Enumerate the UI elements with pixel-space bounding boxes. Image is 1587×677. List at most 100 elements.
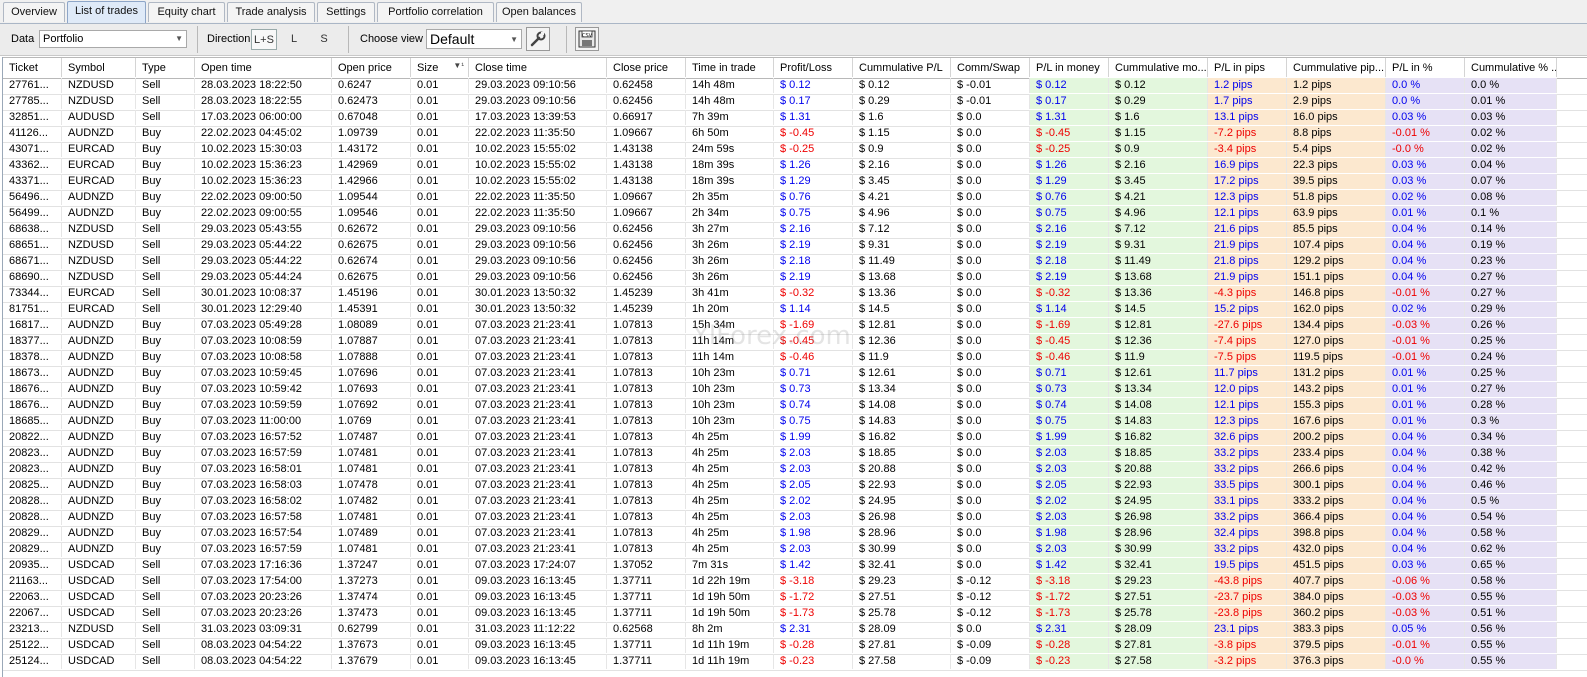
column-header[interactable]: Open time — [195, 58, 332, 77]
table-cell: $ 11.9 — [853, 350, 951, 365]
table-cell: 0.6247 — [332, 78, 411, 93]
table-cell: $ 16.82 — [1109, 430, 1208, 445]
table-cell: 333.2 pips — [1287, 494, 1386, 509]
table-cell: 56496... — [3, 190, 62, 205]
table-row[interactable]: 56499... AUDNZD Buy 22.02.2023 09:00:55 1.09… — [3, 206, 1587, 223]
tab-equity-chart[interactable]: Equity chart — [148, 2, 225, 22]
table-cell: 63.9 pips — [1287, 206, 1386, 221]
column-header[interactable]: Close time — [469, 58, 607, 77]
table-cell: $ 22.93 — [1109, 478, 1208, 493]
table-cell: $ 0.0 — [951, 350, 1030, 365]
table-cell: AUDNZD — [62, 494, 136, 509]
table-row[interactable]: 20825... AUDNZD Buy 07.03.2023 16:58:03 1.07… — [3, 478, 1587, 495]
table-cell: $ 0.0 — [951, 382, 1030, 397]
column-header[interactable]: Close price — [607, 58, 686, 77]
table-row[interactable]: 41126... AUDNZD Buy 22.02.2023 04:45:02 1.09… — [3, 126, 1587, 143]
column-header[interactable]: Symbol — [62, 58, 136, 77]
tab-trade-analysis[interactable]: Trade analysis — [227, 2, 315, 22]
table-cell: 0.23 % — [1465, 254, 1557, 269]
table-row[interactable]: 68651... NZDUSD Sell 29.03.2023 05:44:22 0.6… — [3, 238, 1587, 255]
column-header[interactable]: P/L in % — [1386, 58, 1465, 77]
table-row[interactable]: 16817... AUDNZD Buy 07.03.2023 05:49:28 1.08… — [3, 318, 1587, 335]
table-row[interactable]: 18673... AUDNZD Buy 07.03.2023 10:59:45 1.07… — [3, 366, 1587, 383]
column-header[interactable]: Comm/Swap — [951, 58, 1030, 77]
table-row[interactable]: 18676... AUDNZD Buy 07.03.2023 10:59:42 1.07… — [3, 382, 1587, 399]
column-header[interactable]: Cummulative P/L — [853, 58, 951, 77]
table-cell: $ 11.9 — [1109, 350, 1208, 365]
table-row[interactable]: 56496... AUDNZD Buy 22.02.2023 09:00:50 1.09… — [3, 190, 1587, 207]
table-row[interactable]: 20829... AUDNZD Buy 07.03.2023 16:57:54 1.07… — [3, 526, 1587, 543]
table-row[interactable]: 43371... EURCAD Buy 10.02.2023 15:36:23 1.42… — [3, 174, 1587, 191]
direction-both-button[interactable]: L+S — [251, 29, 277, 50]
tab-overview[interactable]: Overview — [3, 2, 65, 22]
table-row[interactable]: 25122... USDCAD Sell 08.03.2023 04:54:22 1.3… — [3, 638, 1587, 655]
table-cell: 398.8 pips — [1287, 526, 1386, 541]
column-header[interactable]: Type — [136, 58, 195, 77]
direction-long-button[interactable]: L — [281, 29, 307, 50]
table-row[interactable]: 20823... AUDNZD Buy 07.03.2023 16:57:59 1.07… — [3, 446, 1587, 463]
tab-list-of-trades[interactable]: List of trades — [67, 1, 146, 23]
table-row[interactable]: 43362... EURCAD Buy 10.02.2023 15:36:23 1.42… — [3, 158, 1587, 175]
table-row[interactable]: 73344... EURCAD Sell 30.01.2023 10:08:37 1.4… — [3, 286, 1587, 303]
table-row[interactable]: 20823... AUDNZD Buy 07.03.2023 16:58:01 1.07… — [3, 462, 1587, 479]
table-row[interactable]: 32851... AUDUSD Sell 17.03.2023 06:00:00 0.6… — [3, 110, 1587, 127]
column-header-label: Close time — [475, 62, 527, 74]
table-row[interactable]: 18378... AUDNZD Buy 07.03.2023 10:08:58 1.07… — [3, 350, 1587, 367]
table-cell: 1.07813 — [607, 494, 686, 509]
view-settings-button[interactable] — [526, 27, 550, 51]
table-row[interactable]: 20829... AUDNZD Buy 07.03.2023 16:57:59 1.07… — [3, 542, 1587, 559]
table-row[interactable]: 81751... EURCAD Sell 30.01.2023 12:29:40 1.4… — [3, 302, 1587, 319]
view-select[interactable]: Default ▼ — [426, 29, 522, 49]
table-cell: 30.01.2023 13:50:32 — [469, 286, 607, 301]
column-header[interactable]: P/L in pips — [1208, 58, 1287, 77]
column-header[interactable]: Cummulative % ... — [1465, 58, 1557, 77]
table-row[interactable]: 25124... USDCAD Sell 08.03.2023 04:54:22 1.3… — [3, 654, 1587, 671]
table-row[interactable]: 18676... AUDNZD Buy 07.03.2023 10:59:59 1.07… — [3, 398, 1587, 415]
table-cell: $ 0.0 — [951, 222, 1030, 237]
table-cell: $ 2.31 — [1030, 622, 1109, 637]
column-header[interactable]: Ticket — [3, 58, 62, 77]
table-row[interactable]: 68638... NZDUSD Sell 29.03.2023 05:43:55 0.6… — [3, 222, 1587, 239]
table-cell: 233.4 pips — [1287, 446, 1386, 461]
table-row[interactable]: 22067... USDCAD Sell 07.03.2023 20:23:26 1.3… — [3, 606, 1587, 623]
table-row[interactable]: 27761... NZDUSD Sell 28.03.2023 18:22:50 0.6… — [3, 78, 1587, 95]
tab-settings[interactable]: Settings — [317, 2, 375, 22]
table-row[interactable]: 20828... AUDNZD Buy 07.03.2023 16:58:02 1.07… — [3, 494, 1587, 511]
tab-portfolio-correlation[interactable]: Portfolio correlation — [377, 2, 494, 22]
column-header[interactable]: Size ▼¹ — [411, 58, 469, 77]
table-row[interactable]: 68671... NZDUSD Sell 29.03.2023 05:44:22 0.6… — [3, 254, 1587, 271]
column-header[interactable]: Cummulative pip... — [1287, 58, 1386, 77]
column-header[interactable]: Time in trade — [686, 58, 774, 77]
table-cell: -0.01 % — [1386, 334, 1465, 349]
table-row[interactable]: 68690... NZDUSD Sell 29.03.2023 05:44:24 0.6… — [3, 270, 1587, 287]
data-select[interactable]: Portfolio ▼ — [39, 30, 187, 48]
column-header[interactable]: Open price — [332, 58, 411, 77]
table-cell: $ 2.02 — [1030, 494, 1109, 509]
export-csv-button[interactable]: CSV — [575, 27, 599, 51]
table-cell: 1.09544 — [332, 190, 411, 205]
column-header[interactable]: Profit/Loss — [774, 58, 853, 77]
table-row[interactable]: 21163... USDCAD Sell 07.03.2023 17:54:00 1.3… — [3, 574, 1587, 591]
table-cell: 29.03.2023 09:10:56 — [469, 78, 607, 93]
direction-short-button[interactable]: S — [311, 29, 337, 50]
column-header[interactable]: Cummulative mo... — [1109, 58, 1208, 77]
table-row[interactable]: 20828... AUDNZD Buy 07.03.2023 16:57:58 1.07… — [3, 510, 1587, 527]
table-cell: 22.02.2023 11:35:50 — [469, 126, 607, 141]
table-row[interactable]: 18377... AUDNZD Buy 07.03.2023 10:08:59 1.07… — [3, 334, 1587, 351]
table-cell: $ 2.05 — [1030, 478, 1109, 493]
table-cell: 0.01 % — [1386, 414, 1465, 429]
table-row[interactable]: 43071... EURCAD Buy 10.02.2023 15:30:03 1.43… — [3, 142, 1587, 159]
column-header[interactable]: P/L in money — [1030, 58, 1109, 77]
table-row[interactable]: 20935... USDCAD Sell 07.03.2023 17:16:36 1.3… — [3, 558, 1587, 575]
table-row[interactable]: 20822... AUDNZD Buy 07.03.2023 16:57:52 1.07… — [3, 430, 1587, 447]
table-row[interactable]: 22063... USDCAD Sell 07.03.2023 20:23:26 1.3… — [3, 590, 1587, 607]
tab-open-balances[interactable]: Open balances — [496, 2, 582, 22]
table-cell: 0.26 % — [1465, 318, 1557, 333]
table-row[interactable]: 18685... AUDNZD Buy 07.03.2023 11:00:00 1.07… — [3, 414, 1587, 431]
table-cell: 0.1 % — [1465, 206, 1557, 221]
table-row[interactable]: 23213... NZDUSD Sell 31.03.2023 03:09:31 0.6… — [3, 622, 1587, 639]
table-cell: $ 0.0 — [951, 318, 1030, 333]
table-row[interactable]: 27785... NZDUSD Sell 28.03.2023 18:22:55 0.6… — [3, 94, 1587, 111]
table-cell: 18676... — [3, 382, 62, 397]
table-cell: 0.62672 — [332, 222, 411, 237]
